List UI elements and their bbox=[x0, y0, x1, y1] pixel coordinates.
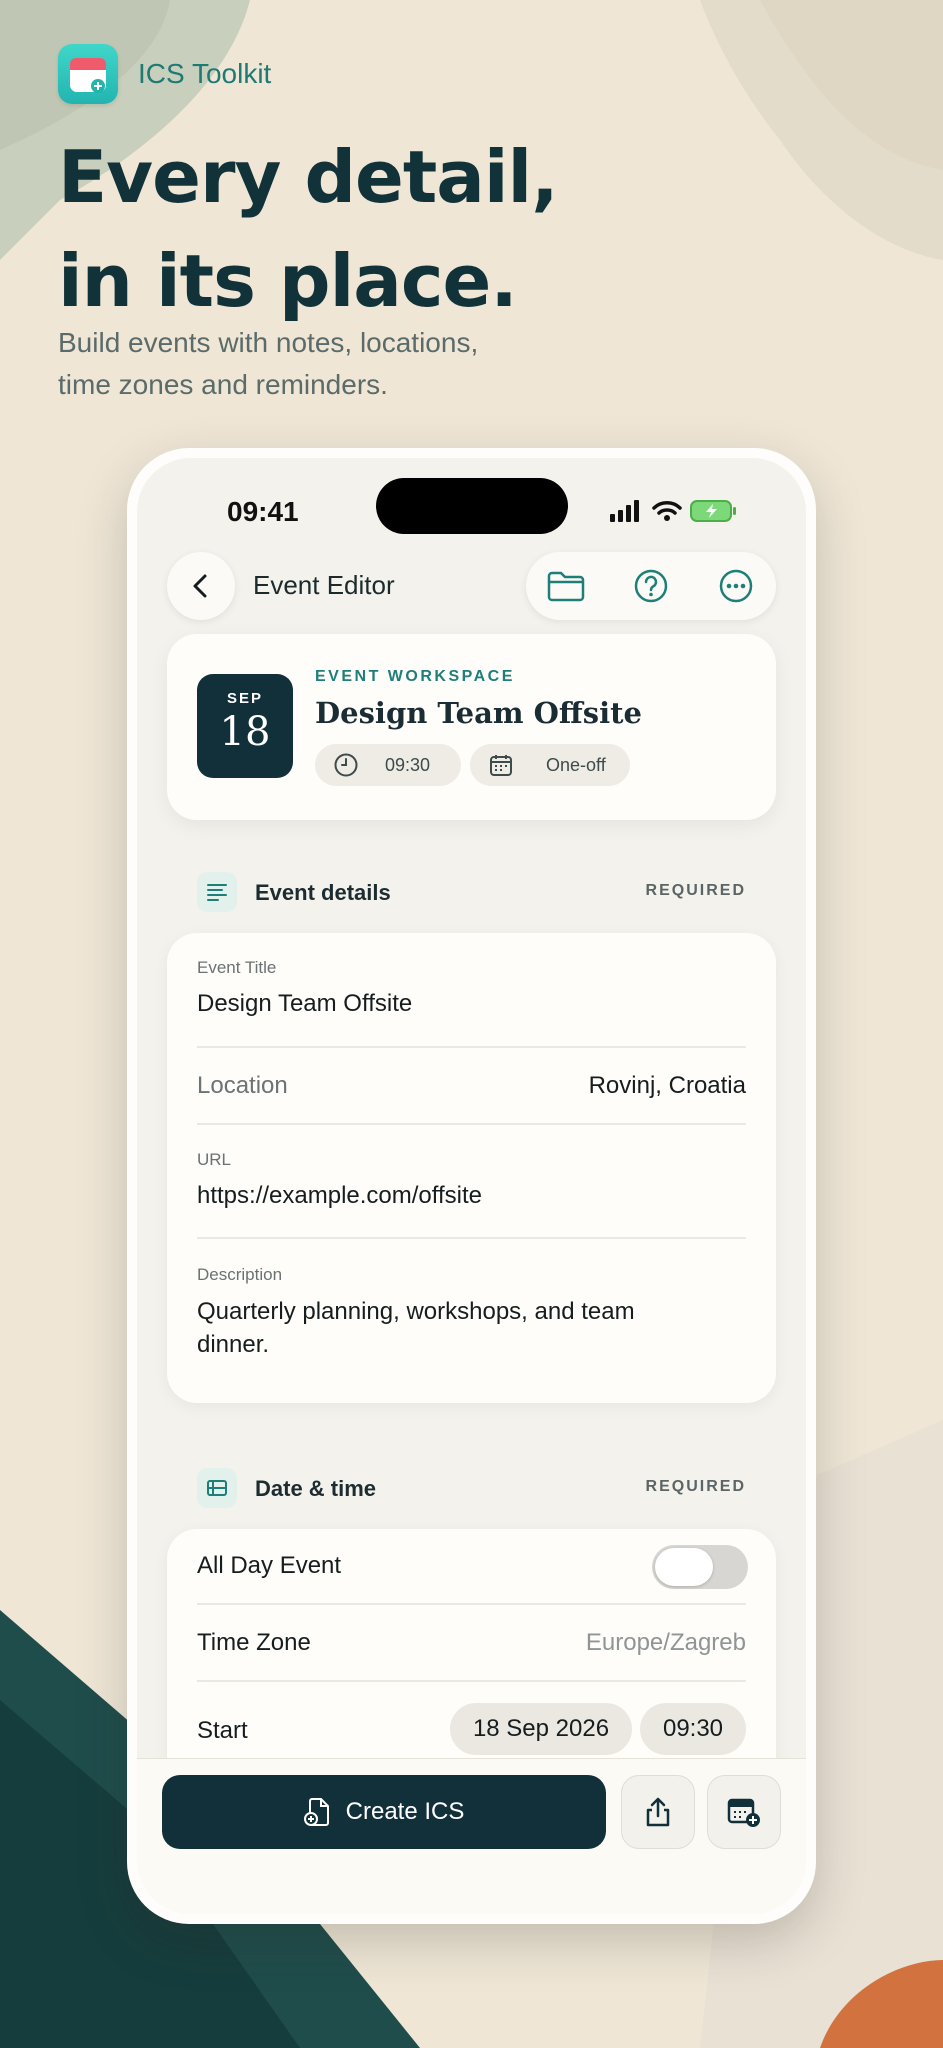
create-ics-button[interactable]: Create ICS bbox=[162, 1775, 606, 1849]
more-button[interactable] bbox=[716, 566, 756, 606]
event-title-field[interactable]: Design Team Offsite bbox=[197, 990, 412, 1018]
lines-icon bbox=[197, 872, 237, 912]
date-time-required-badge: REQUIRED bbox=[645, 1478, 746, 1495]
phone-screen: 09:41 Event Editor SEP 18 EVENT WORKSPAC… bbox=[137, 458, 806, 1914]
status-icons bbox=[610, 500, 738, 522]
location-label: Location bbox=[197, 1072, 288, 1099]
headline: Every detail, in its place. bbox=[58, 125, 559, 333]
brand: ICS Toolkit bbox=[58, 44, 271, 104]
nav-actions bbox=[526, 552, 776, 620]
time-chip-label: 09:30 bbox=[385, 754, 431, 775]
status-time: 09:41 bbox=[227, 496, 299, 527]
nav-bar: Event Editor bbox=[167, 552, 776, 620]
time-zone-value[interactable]: Europe/Zagreb bbox=[586, 1629, 746, 1657]
start-date-pill[interactable]: 18 Sep 2026 bbox=[450, 1703, 632, 1755]
event-title-heading: Design Team Offsite bbox=[315, 696, 642, 730]
description-field[interactable]: Quarterly planning, workshops, and team … bbox=[197, 1295, 635, 1361]
description-label: Description bbox=[197, 1265, 283, 1284]
url-field[interactable]: https://example.com/offsite bbox=[197, 1182, 482, 1210]
repeat-chip[interactable]: One-off bbox=[470, 744, 630, 786]
brand-name: ICS Toolkit bbox=[138, 58, 272, 89]
event-title-label: Event Title bbox=[197, 958, 277, 977]
event-details-header: Event details REQUIRED bbox=[167, 868, 776, 916]
dynamic-island bbox=[376, 478, 568, 534]
start-label: Start bbox=[197, 1717, 248, 1744]
document-add-icon bbox=[303, 1798, 329, 1826]
calendar-add-icon bbox=[727, 1798, 760, 1827]
folder-icon bbox=[547, 571, 585, 602]
back-chevron-icon bbox=[193, 574, 207, 598]
subheadline: Build events with notes, locations, time… bbox=[58, 322, 578, 406]
nav-title: Event Editor bbox=[253, 570, 395, 600]
headline-line-1: Every detail, bbox=[58, 135, 559, 219]
workspace-label: EVENT WORKSPACE bbox=[315, 668, 515, 685]
folder-button[interactable] bbox=[546, 566, 586, 606]
help-button[interactable] bbox=[631, 566, 671, 606]
help-icon bbox=[634, 569, 668, 603]
event-summary-card: SEP 18 EVENT WORKSPACE Design Team Offsi… bbox=[167, 634, 776, 820]
description-line-2: dinner. bbox=[197, 1331, 270, 1358]
bottom-action-bar: Create ICS bbox=[137, 1758, 806, 1914]
add-to-calendar-button[interactable] bbox=[707, 1775, 781, 1849]
battery-icon bbox=[690, 500, 736, 522]
divider bbox=[197, 1123, 746, 1125]
back-button[interactable] bbox=[167, 552, 235, 620]
create-ics-label: Create ICS bbox=[345, 1798, 465, 1825]
wifi-icon bbox=[652, 501, 682, 521]
location-field[interactable]: Rovinj, Croatia bbox=[589, 1072, 746, 1100]
start-time-pill[interactable]: 09:30 bbox=[640, 1703, 746, 1755]
signal-icon bbox=[610, 500, 639, 522]
all-day-toggle[interactable] bbox=[652, 1545, 748, 1589]
repeat-chip-label: One-off bbox=[546, 754, 606, 775]
divider bbox=[197, 1603, 746, 1605]
phone-frame: 09:41 Event Editor SEP 18 EVENT WORKSPAC… bbox=[127, 448, 816, 1924]
app-icon bbox=[58, 44, 118, 104]
toggle-knob bbox=[655, 1548, 713, 1586]
all-day-label: All Day Event bbox=[197, 1552, 342, 1579]
time-chip[interactable]: 09:30 bbox=[315, 744, 461, 786]
divider bbox=[197, 1680, 746, 1682]
event-details-required-badge: REQUIRED bbox=[645, 882, 746, 899]
share-icon bbox=[646, 1797, 670, 1827]
date-badge: SEP 18 bbox=[197, 674, 293, 778]
event-details-title: Event details bbox=[255, 880, 391, 905]
subheadline-line-2: time zones and reminders. bbox=[58, 369, 388, 400]
date-badge-month: SEP bbox=[226, 690, 263, 707]
share-button[interactable] bbox=[621, 1775, 695, 1849]
more-icon bbox=[719, 569, 753, 603]
url-label: URL bbox=[197, 1150, 232, 1169]
date-badge-day: 18 bbox=[219, 709, 271, 755]
date-list-icon bbox=[197, 1468, 237, 1508]
date-time-header: Date & time REQUIRED bbox=[167, 1464, 776, 1512]
date-time-title: Date & time bbox=[255, 1476, 377, 1501]
divider bbox=[197, 1237, 746, 1239]
clock-icon bbox=[333, 752, 359, 778]
calendar-icon bbox=[488, 752, 514, 778]
divider bbox=[197, 1046, 746, 1048]
subheadline-line-1: Build events with notes, locations, bbox=[58, 327, 479, 358]
headline-line-2: in its place. bbox=[58, 239, 518, 323]
description-line-1: Quarterly planning, workshops, and team bbox=[197, 1298, 635, 1325]
event-details-card: Event Title Design Team Offsite Location… bbox=[167, 933, 776, 1403]
time-zone-label: Time Zone bbox=[197, 1629, 311, 1656]
